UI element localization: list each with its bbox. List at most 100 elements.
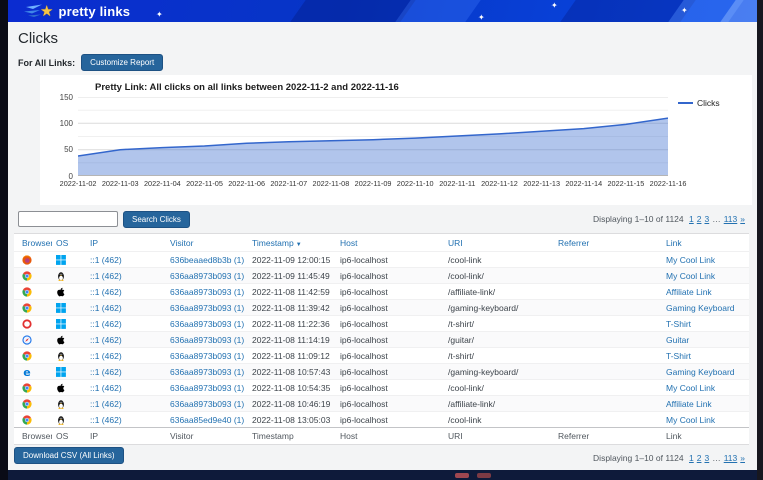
- cell-ip[interactable]: ::1 (462): [86, 319, 166, 329]
- column-header-host[interactable]: Host: [336, 238, 444, 248]
- column-header-visitor[interactable]: Visitor: [166, 238, 248, 248]
- cell-link[interactable]: My Cool Link: [662, 415, 749, 425]
- cell-link[interactable]: Guitar: [662, 335, 749, 345]
- customize-report-button[interactable]: Customize Report: [81, 54, 163, 71]
- cell-visitor[interactable]: 636aa8973b093 (1): [166, 399, 248, 409]
- cell-uri: /gaming-keyboard/: [444, 303, 554, 313]
- window-left-edge: [0, 0, 8, 480]
- x-axis-tick: 2022-11-03: [99, 179, 141, 188]
- cell-os: [52, 270, 86, 281]
- x-axis-tick: 2022-11-06: [226, 179, 268, 188]
- cell-visitor[interactable]: 636aa8973b093 (1): [166, 303, 248, 313]
- cell-host: ip6-localhost: [336, 319, 444, 329]
- cell-visitor[interactable]: 636aa85ed9e40 (1): [166, 415, 248, 425]
- cell-visitor[interactable]: 636aa8973b093 (1): [166, 367, 248, 377]
- chrome-icon: [22, 415, 32, 425]
- page-link-2[interactable]: 2: [697, 214, 702, 224]
- cell-link[interactable]: Gaming Keyboard: [662, 367, 749, 377]
- y-axis-tick: 150: [40, 93, 73, 102]
- cell-visitor[interactable]: 636aa8973b093 (1): [166, 287, 248, 297]
- cell-browser: [14, 414, 52, 425]
- chart-title: Pretty Link: All clicks on all links bet…: [95, 82, 399, 93]
- cell-ip[interactable]: ::1 (462): [86, 303, 166, 313]
- cell-os: [52, 382, 86, 393]
- cell-ip[interactable]: ::1 (462): [86, 287, 166, 297]
- table-row: ::1 (462)636aa8973b093 (1)2022-11-08 10:…: [14, 395, 749, 411]
- table-footer-row: BrowserOSIPVisitorTimestampHostURIReferr…: [14, 427, 749, 444]
- chrome-icon: [22, 399, 32, 409]
- column-header-referrer[interactable]: Referrer: [554, 238, 662, 248]
- column-header-link[interactable]: Link: [662, 238, 749, 248]
- cell-link[interactable]: My Cool Link: [662, 383, 749, 393]
- cell-ip[interactable]: ::1 (462): [86, 383, 166, 393]
- x-axis-tick: 2022-11-15: [605, 179, 647, 188]
- cell-visitor[interactable]: 636aa8973b093 (1): [166, 351, 248, 361]
- column-header-browser[interactable]: Browser: [14, 238, 52, 248]
- cell-visitor[interactable]: 636aa8973b093 (1): [166, 335, 248, 345]
- taskbar-item[interactable]: [477, 473, 491, 478]
- star-icon: ★: [40, 4, 53, 19]
- page-link-3[interactable]: 3: [704, 214, 709, 224]
- window-right-edge: [757, 0, 763, 480]
- cell-ip[interactable]: ::1 (462): [86, 271, 166, 281]
- cell-host: ip6-localhost: [336, 399, 444, 409]
- search-input[interactable]: [18, 211, 118, 227]
- chrome-icon: [22, 287, 32, 297]
- x-axis-tick: 2022-11-12: [478, 179, 520, 188]
- cell-ip[interactable]: ::1 (462): [86, 351, 166, 361]
- column-header-os[interactable]: OS: [52, 238, 86, 248]
- next-page-link[interactable]: »: [740, 214, 745, 224]
- cell-browser: [14, 270, 52, 281]
- cell-browser: [14, 350, 52, 361]
- column-header-ip[interactable]: IP: [86, 238, 166, 248]
- cell-visitor[interactable]: 636aa8973b093 (1): [166, 383, 248, 393]
- page-title: Clicks: [18, 30, 58, 47]
- cell-link[interactable]: T-Shirt: [662, 351, 749, 361]
- column-header-uri[interactable]: URI: [444, 238, 554, 248]
- svg-text:e: e: [23, 367, 30, 377]
- cell-ip[interactable]: ::1 (462): [86, 255, 166, 265]
- page-link-3[interactable]: 3: [704, 453, 709, 463]
- cell-timestamp: 2022-11-09 12:00:15: [248, 255, 336, 265]
- brand-banner: ✦ ✦ ✦ ✦ ★ pretty links: [8, 0, 757, 22]
- taskbar-item[interactable]: [455, 473, 469, 478]
- cell-link[interactable]: T-Shirt: [662, 319, 749, 329]
- column-header-timestamp[interactable]: Timestamp▼: [248, 238, 336, 248]
- cell-link[interactable]: Affiliate Link: [662, 287, 749, 297]
- column-header-timestamp: Timestamp: [248, 431, 336, 441]
- chrome-icon: [22, 383, 32, 393]
- page-link-last[interactable]: 113: [724, 453, 738, 463]
- pretty-links-logo: ★ pretty links: [24, 2, 130, 20]
- cell-link[interactable]: Affiliate Link: [662, 399, 749, 409]
- next-page-link[interactable]: »: [740, 453, 745, 463]
- cell-browser: [14, 334, 52, 345]
- page-link-1[interactable]: 1: [689, 214, 694, 224]
- displaying-count: Displaying 1–10 of 1124: [593, 453, 684, 463]
- cell-ip[interactable]: ::1 (462): [86, 367, 166, 377]
- cell-link[interactable]: My Cool Link: [662, 271, 749, 281]
- search-clicks-button[interactable]: Search Clicks: [123, 211, 190, 228]
- column-header-ip: IP: [86, 431, 166, 441]
- page-link-last[interactable]: 113: [724, 214, 738, 224]
- cell-uri: /affiliate-link/: [444, 399, 554, 409]
- cell-ip[interactable]: ::1 (462): [86, 399, 166, 409]
- cell-ip[interactable]: ::1 (462): [86, 415, 166, 425]
- cell-link[interactable]: My Cool Link: [662, 255, 749, 265]
- cell-timestamp: 2022-11-08 11:22:36: [248, 319, 336, 329]
- for-all-links-label: For All Links:: [18, 58, 75, 68]
- cell-visitor[interactable]: 636aa8973b093 (1): [166, 271, 248, 281]
- page-link-2[interactable]: 2: [697, 453, 702, 463]
- pretty-links-clicks-page: ✦ ✦ ✦ ✦ ★ pretty links Clicks For All Li…: [0, 0, 763, 480]
- page-link-1[interactable]: 1: [689, 453, 694, 463]
- cell-host: ip6-localhost: [336, 255, 444, 265]
- table-row: ::1 (462)636beaaed8b3b (1)2022-11-09 12:…: [14, 251, 749, 267]
- legend-label: Clicks: [697, 98, 720, 108]
- sparkle-icon: ✦: [681, 7, 688, 15]
- cell-link[interactable]: Gaming Keyboard: [662, 303, 749, 313]
- cell-browser: [14, 286, 52, 297]
- cell-visitor[interactable]: 636beaaed8b3b (1): [166, 255, 248, 265]
- cell-visitor[interactable]: 636aa8973b093 (1): [166, 319, 248, 329]
- cell-host: ip6-localhost: [336, 303, 444, 313]
- download-csv-button[interactable]: Download CSV (All Links): [14, 447, 124, 464]
- cell-ip[interactable]: ::1 (462): [86, 335, 166, 345]
